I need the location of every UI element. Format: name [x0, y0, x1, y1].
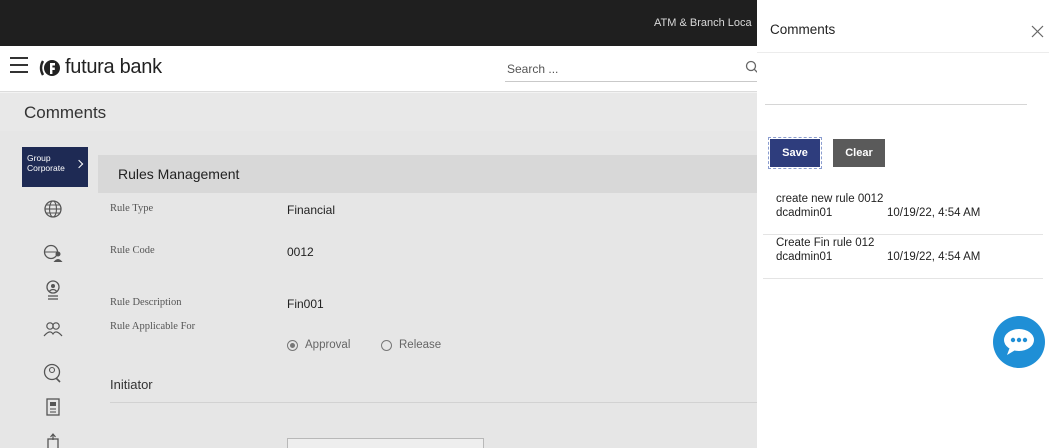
- transfer-icon[interactable]: [42, 433, 64, 448]
- comment-input[interactable]: [765, 60, 1027, 105]
- comment-item: create new rule 0012 dcadmin01 10/19/22,…: [763, 193, 1043, 235]
- panel-title: Comments: [770, 22, 836, 37]
- divider: [110, 402, 760, 403]
- settings-user-icon[interactable]: [42, 362, 64, 384]
- rule-type-value: Financial: [287, 203, 336, 217]
- group-corporate-nav[interactable]: Group Corporate: [22, 147, 88, 187]
- chat-button[interactable]: [993, 316, 1045, 368]
- rule-applicable-label: Rule Applicable For: [110, 321, 196, 332]
- user-badge-icon[interactable]: [42, 279, 64, 301]
- section-title: Rules Management: [118, 166, 240, 182]
- logo-text: futura bank: [65, 56, 162, 78]
- partial-field[interactable]: [287, 438, 484, 448]
- comment-item: Create Fin rule 012 dcadmin01 10/19/22, …: [763, 237, 1043, 279]
- initiator-title: Initiator: [110, 377, 153, 392]
- comment-timestamp: 10/19/22, 4:54 AM: [887, 251, 981, 263]
- users-group-icon[interactable]: [42, 319, 64, 341]
- radio-approval[interactable]: Approval: [287, 339, 350, 351]
- rules-management-header: Rules Management: [98, 155, 798, 193]
- document-report-icon[interactable]: [42, 396, 64, 418]
- futura-logo-icon: [39, 59, 60, 76]
- rule-description-value: Fin001: [287, 297, 324, 311]
- page-title: Comments: [24, 103, 107, 122]
- hamburger-icon[interactable]: [10, 57, 28, 73]
- globe-user-icon[interactable]: [42, 242, 64, 264]
- radio-release-label: Release: [399, 339, 442, 351]
- comment-user: dcadmin01: [776, 251, 833, 263]
- radio-selected-icon: [287, 339, 298, 351]
- save-button[interactable]: Save: [768, 137, 822, 169]
- radio-release[interactable]: Release: [381, 339, 441, 351]
- radio-unselected-icon: [381, 339, 392, 351]
- chat-bubble-icon: [1004, 329, 1034, 355]
- rule-code-label: Rule Code: [110, 245, 155, 256]
- comment-timestamp: 10/19/22, 4:54 AM: [887, 207, 981, 219]
- comments-panel: Comments Save Clear create new rule 0012…: [757, 0, 1049, 448]
- globe-icon[interactable]: [42, 198, 64, 220]
- group-label: Group: [27, 153, 51, 163]
- rule-type-label: Rule Type: [110, 203, 154, 214]
- comment-text: create new rule 0012: [776, 193, 884, 205]
- panel-divider: [757, 52, 1049, 53]
- comment-user: dcadmin01: [776, 207, 833, 219]
- search-input[interactable]: Search ...: [505, 56, 763, 82]
- rule-description-label: Rule Description: [110, 297, 182, 308]
- close-icon[interactable]: [1031, 25, 1044, 38]
- clear-button[interactable]: Clear: [833, 139, 885, 167]
- comment-text: Create Fin rule 012: [776, 237, 875, 249]
- rule-code-value: 0012: [287, 245, 314, 259]
- logo[interactable]: futura bank: [38, 56, 162, 79]
- radio-approval-label: Approval: [305, 339, 351, 351]
- atm-branch-link[interactable]: ATM & Branch Loca: [654, 17, 752, 29]
